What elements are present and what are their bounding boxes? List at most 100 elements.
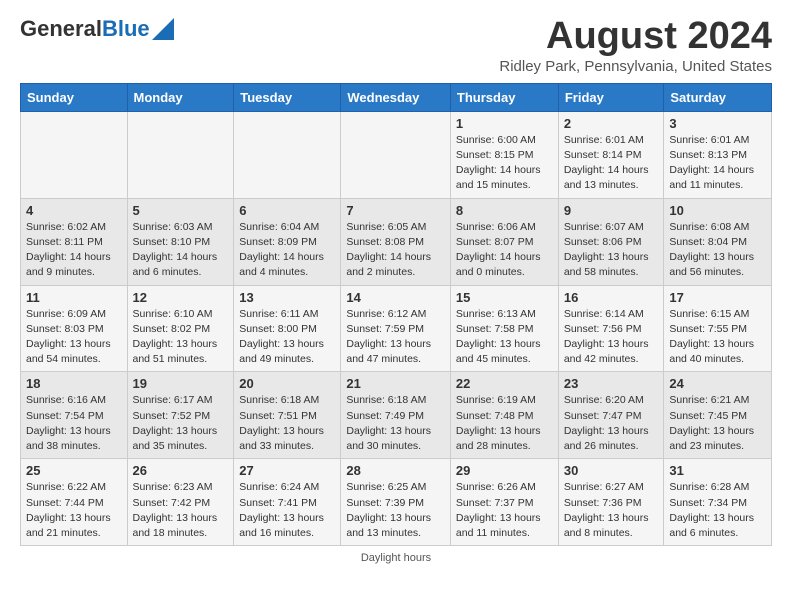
calendar-cell xyxy=(127,111,234,198)
day-info: Sunrise: 6:26 AM Sunset: 7:37 PM Dayligh… xyxy=(456,480,553,541)
day-info: Sunrise: 6:02 AM Sunset: 8:11 PM Dayligh… xyxy=(26,220,122,281)
day-info: Sunrise: 6:28 AM Sunset: 7:34 PM Dayligh… xyxy=(669,480,766,541)
day-info: Sunrise: 6:13 AM Sunset: 7:58 PM Dayligh… xyxy=(456,307,553,368)
day-number: 26 xyxy=(133,463,229,478)
calendar-cell: 4Sunrise: 6:02 AM Sunset: 8:11 PM Daylig… xyxy=(21,198,128,285)
calendar-cell xyxy=(21,111,128,198)
day-number: 2 xyxy=(564,116,659,131)
day-number: 29 xyxy=(456,463,553,478)
day-info: Sunrise: 6:19 AM Sunset: 7:48 PM Dayligh… xyxy=(456,393,553,454)
day-number: 1 xyxy=(456,116,553,131)
footer-note: Daylight hours xyxy=(20,552,772,564)
calendar-cell: 21 Sunrise: 6:18 AM Sunset: 7:49 PM Dayli… xyxy=(341,372,451,459)
day-info: Sunrise: 6:16 AM Sunset: 7:54 PM Dayligh… xyxy=(26,393,122,454)
calendar-cell xyxy=(341,111,451,198)
logo-text: GeneralBlue xyxy=(20,16,150,42)
calendar-body: 1 Sunrise: 6:00 AM Sunset: 8:15 PM Daylig… xyxy=(21,111,772,545)
calendar-week-row: 4Sunrise: 6:02 AM Sunset: 8:11 PM Daylig… xyxy=(21,198,772,285)
calendar-cell: 7 Sunrise: 6:05 AM Sunset: 8:08 PM Daylig… xyxy=(341,198,451,285)
day-info: Sunrise: 6:25 AM Sunset: 7:39 PM Dayligh… xyxy=(346,480,445,541)
calendar-cell: 10 Sunrise: 6:08 AM Sunset: 8:04 PM Dayli… xyxy=(664,198,772,285)
calendar-cell: 1 Sunrise: 6:00 AM Sunset: 8:15 PM Daylig… xyxy=(450,111,558,198)
logo-icon xyxy=(152,18,174,40)
calendar-cell: 24 Sunrise: 6:21 AM Sunset: 7:45 PM Dayli… xyxy=(664,372,772,459)
day-number: 12 xyxy=(133,290,229,305)
day-header-tuesday: Tuesday xyxy=(234,83,341,111)
calendar-cell: 3Sunrise: 6:01 AM Sunset: 8:13 PM Daylig… xyxy=(664,111,772,198)
day-info: Sunrise: 6:05 AM Sunset: 8:08 PM Dayligh… xyxy=(346,220,445,281)
day-info: Sunrise: 6:15 AM Sunset: 7:55 PM Dayligh… xyxy=(669,307,766,368)
header: GeneralBlue August 2024 Ridley Park, Pen… xyxy=(20,16,772,75)
day-number: 3 xyxy=(669,116,766,131)
calendar-header-row: SundayMondayTuesdayWednesdayThursdayFrid… xyxy=(21,83,772,111)
day-number: 5 xyxy=(133,203,229,218)
calendar-cell: 12 Sunrise: 6:10 AM Sunset: 8:02 PM Dayli… xyxy=(127,285,234,372)
day-info: Sunrise: 6:18 AM Sunset: 7:49 PM Dayligh… xyxy=(346,393,445,454)
day-number: 18 xyxy=(26,376,122,391)
calendar-cell: 25 Sunrise: 6:22 AM Sunset: 7:44 PM Dayli… xyxy=(21,459,128,546)
calendar-cell: 19 Sunrise: 6:17 AM Sunset: 7:52 PM Dayli… xyxy=(127,372,234,459)
calendar-cell: 27Sunrise: 6:24 AM Sunset: 7:41 PM Dayli… xyxy=(234,459,341,546)
day-info: Sunrise: 6:09 AM Sunset: 8:03 PM Dayligh… xyxy=(26,307,122,368)
calendar-cell: 30Sunrise: 6:27 AM Sunset: 7:36 PM Dayli… xyxy=(558,459,664,546)
day-info: Sunrise: 6:20 AM Sunset: 7:47 PM Dayligh… xyxy=(564,393,659,454)
day-number: 25 xyxy=(26,463,122,478)
day-info: Sunrise: 6:06 AM Sunset: 8:07 PM Dayligh… xyxy=(456,220,553,281)
calendar-cell: 29 Sunrise: 6:26 AM Sunset: 7:37 PM Dayli… xyxy=(450,459,558,546)
logo: GeneralBlue xyxy=(20,16,174,42)
day-number: 9 xyxy=(564,203,659,218)
day-info: Sunrise: 6:00 AM Sunset: 8:15 PM Dayligh… xyxy=(456,133,553,194)
day-info: Sunrise: 6:22 AM Sunset: 7:44 PM Dayligh… xyxy=(26,480,122,541)
day-number: 15 xyxy=(456,290,553,305)
calendar-cell: 6Sunrise: 6:04 AM Sunset: 8:09 PM Daylig… xyxy=(234,198,341,285)
calendar-cell xyxy=(234,111,341,198)
day-info: Sunrise: 6:03 AM Sunset: 8:10 PM Dayligh… xyxy=(133,220,229,281)
day-info: Sunrise: 6:11 AM Sunset: 8:00 PM Dayligh… xyxy=(239,307,335,368)
day-number: 11 xyxy=(26,290,122,305)
day-info: Sunrise: 6:10 AM Sunset: 8:02 PM Dayligh… xyxy=(133,307,229,368)
day-number: 8 xyxy=(456,203,553,218)
day-info: Sunrise: 6:12 AM Sunset: 7:59 PM Dayligh… xyxy=(346,307,445,368)
day-number: 19 xyxy=(133,376,229,391)
day-info: Sunrise: 6:27 AM Sunset: 7:36 PM Dayligh… xyxy=(564,480,659,541)
day-info: Sunrise: 6:01 AM Sunset: 8:14 PM Dayligh… xyxy=(564,133,659,194)
day-number: 31 xyxy=(669,463,766,478)
day-info: Sunrise: 6:14 AM Sunset: 7:56 PM Dayligh… xyxy=(564,307,659,368)
day-number: 22 xyxy=(456,376,553,391)
calendar-week-row: 11 Sunrise: 6:09 AM Sunset: 8:03 PM Dayli… xyxy=(21,285,772,372)
calendar-cell: 14Sunrise: 6:12 AM Sunset: 7:59 PM Dayli… xyxy=(341,285,451,372)
day-number: 7 xyxy=(346,203,445,218)
day-number: 21 xyxy=(346,376,445,391)
calendar-cell: 31 Sunrise: 6:28 AM Sunset: 7:34 PM Dayli… xyxy=(664,459,772,546)
day-number: 16 xyxy=(564,290,659,305)
calendar-cell: 13 Sunrise: 6:11 AM Sunset: 8:00 PM Dayli… xyxy=(234,285,341,372)
day-header-thursday: Thursday xyxy=(450,83,558,111)
main-title: August 2024 xyxy=(499,16,772,58)
calendar-cell: 26Sunrise: 6:23 AM Sunset: 7:42 PM Dayli… xyxy=(127,459,234,546)
calendar-cell: 22 Sunrise: 6:19 AM Sunset: 7:48 PM Dayli… xyxy=(450,372,558,459)
day-number: 13 xyxy=(239,290,335,305)
day-info: Sunrise: 6:21 AM Sunset: 7:45 PM Dayligh… xyxy=(669,393,766,454)
calendar-week-row: 25 Sunrise: 6:22 AM Sunset: 7:44 PM Dayli… xyxy=(21,459,772,546)
day-number: 24 xyxy=(669,376,766,391)
day-header-friday: Friday xyxy=(558,83,664,111)
calendar-cell: 18 Sunrise: 6:16 AM Sunset: 7:54 PM Dayli… xyxy=(21,372,128,459)
day-header-sunday: Sunday xyxy=(21,83,128,111)
day-number: 23 xyxy=(564,376,659,391)
day-info: Sunrise: 6:18 AM Sunset: 7:51 PM Dayligh… xyxy=(239,393,335,454)
day-number: 28 xyxy=(346,463,445,478)
day-number: 10 xyxy=(669,203,766,218)
day-header-saturday: Saturday xyxy=(664,83,772,111)
sub-title: Ridley Park, Pennsylvania, United States xyxy=(499,58,772,75)
day-info: Sunrise: 6:08 AM Sunset: 8:04 PM Dayligh… xyxy=(669,220,766,281)
calendar-cell: 5 Sunrise: 6:03 AM Sunset: 8:10 PM Daylig… xyxy=(127,198,234,285)
day-info: Sunrise: 6:17 AM Sunset: 7:52 PM Dayligh… xyxy=(133,393,229,454)
calendar-cell: 8 Sunrise: 6:06 AM Sunset: 8:07 PM Daylig… xyxy=(450,198,558,285)
title-area: August 2024 Ridley Park, Pennsylvania, U… xyxy=(499,16,772,75)
calendar-cell: 9 Sunrise: 6:07 AM Sunset: 8:06 PM Daylig… xyxy=(558,198,664,285)
day-info: Sunrise: 6:04 AM Sunset: 8:09 PM Dayligh… xyxy=(239,220,335,281)
day-number: 20 xyxy=(239,376,335,391)
day-info: Sunrise: 6:07 AM Sunset: 8:06 PM Dayligh… xyxy=(564,220,659,281)
calendar-cell: 23 Sunrise: 6:20 AM Sunset: 7:47 PM Dayli… xyxy=(558,372,664,459)
day-number: 17 xyxy=(669,290,766,305)
